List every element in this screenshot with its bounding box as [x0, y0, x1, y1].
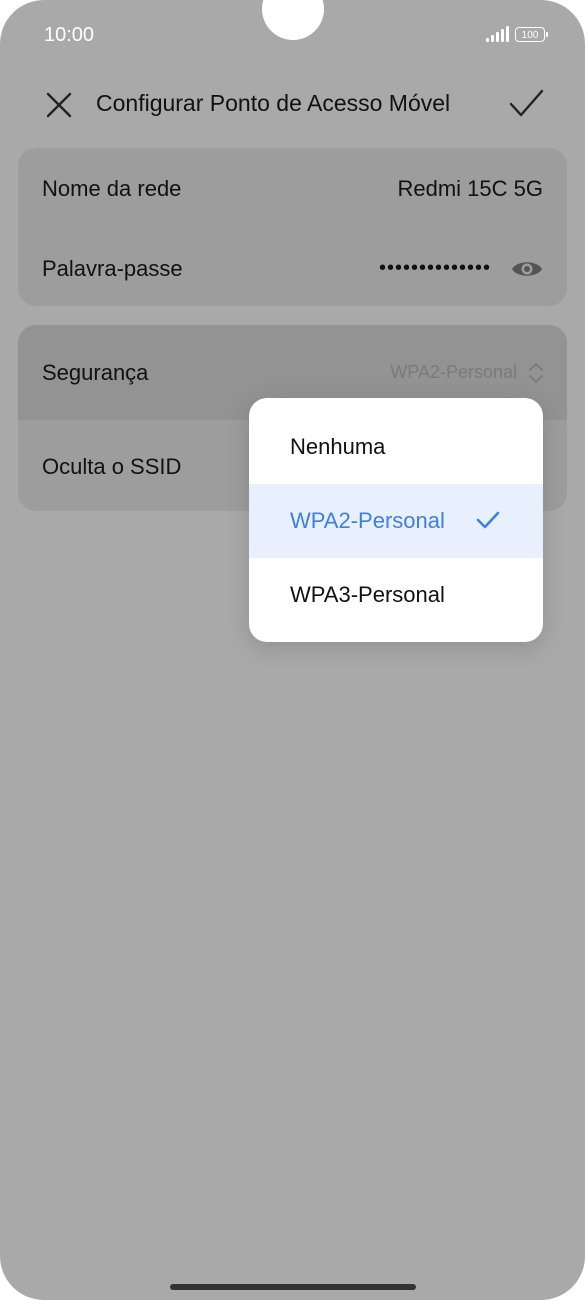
security-label: Segurança	[42, 360, 149, 385]
dropdown-option-wpa2[interactable]: WPA2-Personal	[249, 484, 543, 558]
signal-icon	[486, 26, 509, 42]
dropdown-option-nenhuma[interactable]: Nenhuma	[249, 410, 543, 484]
password-label: Palavra-passe	[42, 256, 183, 281]
checkmark-icon[interactable]	[506, 86, 546, 122]
close-icon[interactable]	[42, 88, 76, 122]
camera-notch	[262, 0, 324, 40]
network-name-label: Nome da rede	[42, 176, 182, 201]
dropdown-option-wpa3[interactable]: WPA3-Personal	[249, 558, 543, 632]
security-value: WPA2-Personal	[390, 362, 517, 382]
dropdown-option-label: Nenhuma	[290, 434, 386, 459]
selected-check-icon	[476, 511, 500, 529]
eye-icon[interactable]	[511, 258, 543, 280]
page-title: Configurar Ponto de Acesso Móvel	[96, 90, 451, 116]
chevron-up-down-icon	[529, 363, 543, 383]
network-name-row[interactable]: Nome da rede Redmi 15C 5G	[18, 148, 567, 228]
network-card: Nome da rede Redmi 15C 5G Palavra-passe …	[18, 148, 567, 306]
status-icons: 100	[486, 26, 548, 42]
dropdown-option-label: WPA3-Personal	[290, 582, 445, 607]
battery-icon: 100	[515, 26, 548, 42]
password-value: ••••••••••••••	[378, 257, 491, 279]
status-time: 10:00	[44, 24, 95, 46]
security-dropdown: Nenhuma WPA2-Personal WPA3-Personal	[249, 398, 543, 642]
hide-ssid-label: Oculta o SSID	[42, 454, 182, 479]
home-indicator[interactable]	[170, 1284, 416, 1290]
top-bar: Configurar Ponto de Acesso Móvel	[0, 82, 585, 126]
network-name-value: Redmi 15C 5G	[397, 176, 543, 201]
phone-screen: 10:00 100 Configurar Ponto de Acesso Móv…	[0, 0, 585, 1300]
password-row[interactable]: Palavra-passe ••••••••••••••	[18, 228, 567, 306]
dropdown-option-label: WPA2-Personal	[290, 508, 445, 533]
